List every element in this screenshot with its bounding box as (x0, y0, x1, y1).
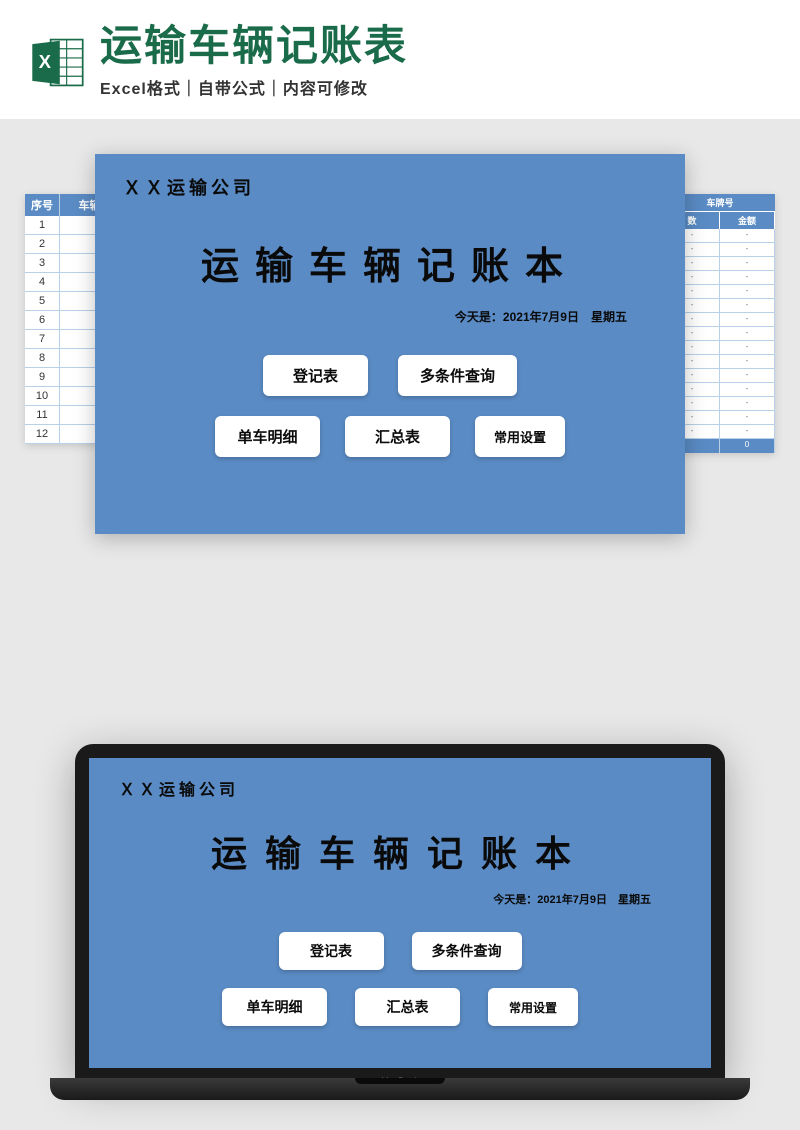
row-index: 3 (25, 254, 60, 272)
query-button[interactable]: 多条件查询 (398, 355, 517, 396)
summary-button[interactable]: 汇总表 (345, 416, 450, 457)
summary-button[interactable]: 汇总表 (355, 988, 460, 1026)
query-button[interactable]: 多条件查询 (412, 932, 522, 970)
settings-button[interactable]: 常用设置 (475, 416, 565, 457)
row-index: 2 (25, 235, 60, 253)
page-title: 运输车辆记账表 (100, 25, 770, 67)
row-index: 1 (25, 216, 60, 234)
excel-icon: X (30, 35, 85, 90)
row-index: 12 (25, 425, 60, 443)
date-line: 今天是：2021年7月9日 星期五 (119, 891, 651, 907)
detail-button[interactable]: 单车明细 (222, 988, 327, 1026)
ledger-title: 运输车辆记账本 (119, 825, 681, 877)
laptop-base (50, 1078, 750, 1100)
header: X 运输车辆记账表 Excel格式｜自带公式｜内容可修改 (0, 0, 800, 119)
row-index: 7 (25, 330, 60, 348)
register-button[interactable]: 登记表 (263, 355, 368, 396)
laptop-mockup: ＸＸ运输公司 运输车辆记账本 今天是：2021年7月9日 星期五 登记表 多条件… (75, 744, 725, 1100)
page-subtitle: Excel格式｜自带公式｜内容可修改 (100, 75, 770, 99)
row-index: 11 (25, 406, 60, 424)
register-button[interactable]: 登记表 (279, 932, 384, 970)
total-value: 0 (720, 439, 775, 453)
col-header-amount: 金额 (720, 212, 775, 229)
company-name: ＸＸ运输公司 (123, 174, 657, 200)
date-line: 今天是：2021年7月9日 星期五 (123, 308, 627, 325)
svg-text:X: X (39, 51, 52, 72)
row-index: 10 (25, 387, 60, 405)
company-name: ＸＸ运输公司 (119, 776, 681, 800)
col-header-index: 序号 (25, 194, 60, 216)
detail-button[interactable]: 单车明细 (215, 416, 320, 457)
row-index: 9 (25, 368, 60, 386)
row-index: 5 (25, 292, 60, 310)
laptop-screen: ＸＸ运输公司 运输车辆记账本 今天是：2021年7月9日 星期五 登记表 多条件… (89, 758, 711, 1068)
row-index: 6 (25, 311, 60, 329)
main-card: ＸＸ运输公司 运输车辆记账本 今天是：2021年7月9日 星期五 登记表 多条件… (95, 154, 685, 534)
row-index: 8 (25, 349, 60, 367)
row-index: 4 (25, 273, 60, 291)
ledger-title: 运输车辆记账本 (123, 235, 657, 290)
template-preview: 序号 车辆 1 2 3 4 5 6 7 8 9 10 11 12 车牌号 数 金… (0, 149, 800, 629)
settings-button[interactable]: 常用设置 (488, 988, 578, 1026)
